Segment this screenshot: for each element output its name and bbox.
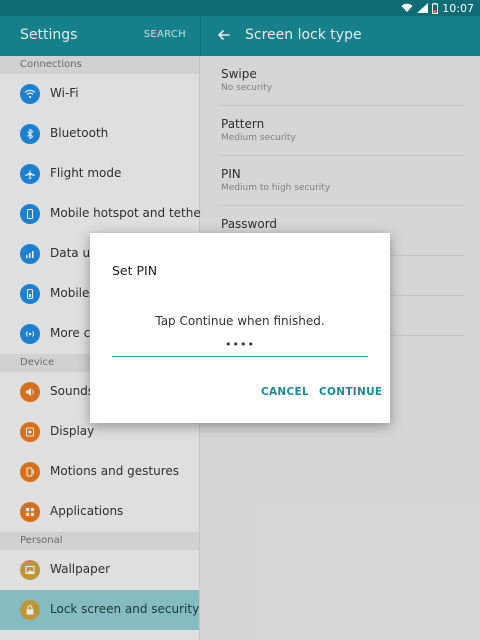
dialog-title: Set PIN <box>112 263 158 278</box>
wifi-status-icon <box>401 3 413 12</box>
cancel-button[interactable]: CANCEL <box>261 386 309 398</box>
pin-input[interactable]: •••• <box>112 335 368 357</box>
dialog-message: Tap Continue when finished. <box>155 314 325 328</box>
continue-button[interactable]: CONTINUE <box>319 386 382 398</box>
status-bar: 10:07 <box>0 0 480 16</box>
status-time: 10:07 <box>442 1 474 15</box>
signal-icon <box>417 3 429 13</box>
set-pin-dialog: Set PIN Tap Continue when finished. ••••… <box>90 233 390 423</box>
battery-icon <box>432 2 439 14</box>
